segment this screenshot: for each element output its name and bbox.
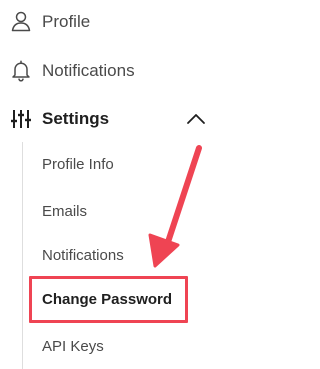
nav-item-notifications[interactable]: Notifications [0, 51, 200, 91]
nav-label-notifications: Notifications [42, 61, 135, 80]
submenu-item-api-keys[interactable]: API Keys [42, 338, 104, 355]
chevron-up-icon[interactable] [182, 105, 210, 133]
sliders-icon [11, 110, 31, 128]
submenu-item-emails[interactable]: Emails [42, 203, 87, 220]
nav-label-profile: Profile [42, 12, 91, 31]
nav-item-profile[interactable]: Profile [0, 2, 200, 42]
submenu-item-profile-info[interactable]: Profile Info [42, 156, 114, 173]
bell-icon [12, 60, 30, 82]
settings-navigation: Profile Notifications Settings Profile I… [0, 0, 220, 369]
submenu-item-change-password[interactable]: Change Password [42, 291, 172, 308]
submenu-item-notifications[interactable]: Notifications [42, 247, 124, 264]
nav-label-settings: Settings [42, 109, 110, 128]
nav-item-settings[interactable]: Settings [0, 99, 210, 139]
submenu-rail [22, 142, 23, 369]
user-icon [11, 11, 31, 32]
